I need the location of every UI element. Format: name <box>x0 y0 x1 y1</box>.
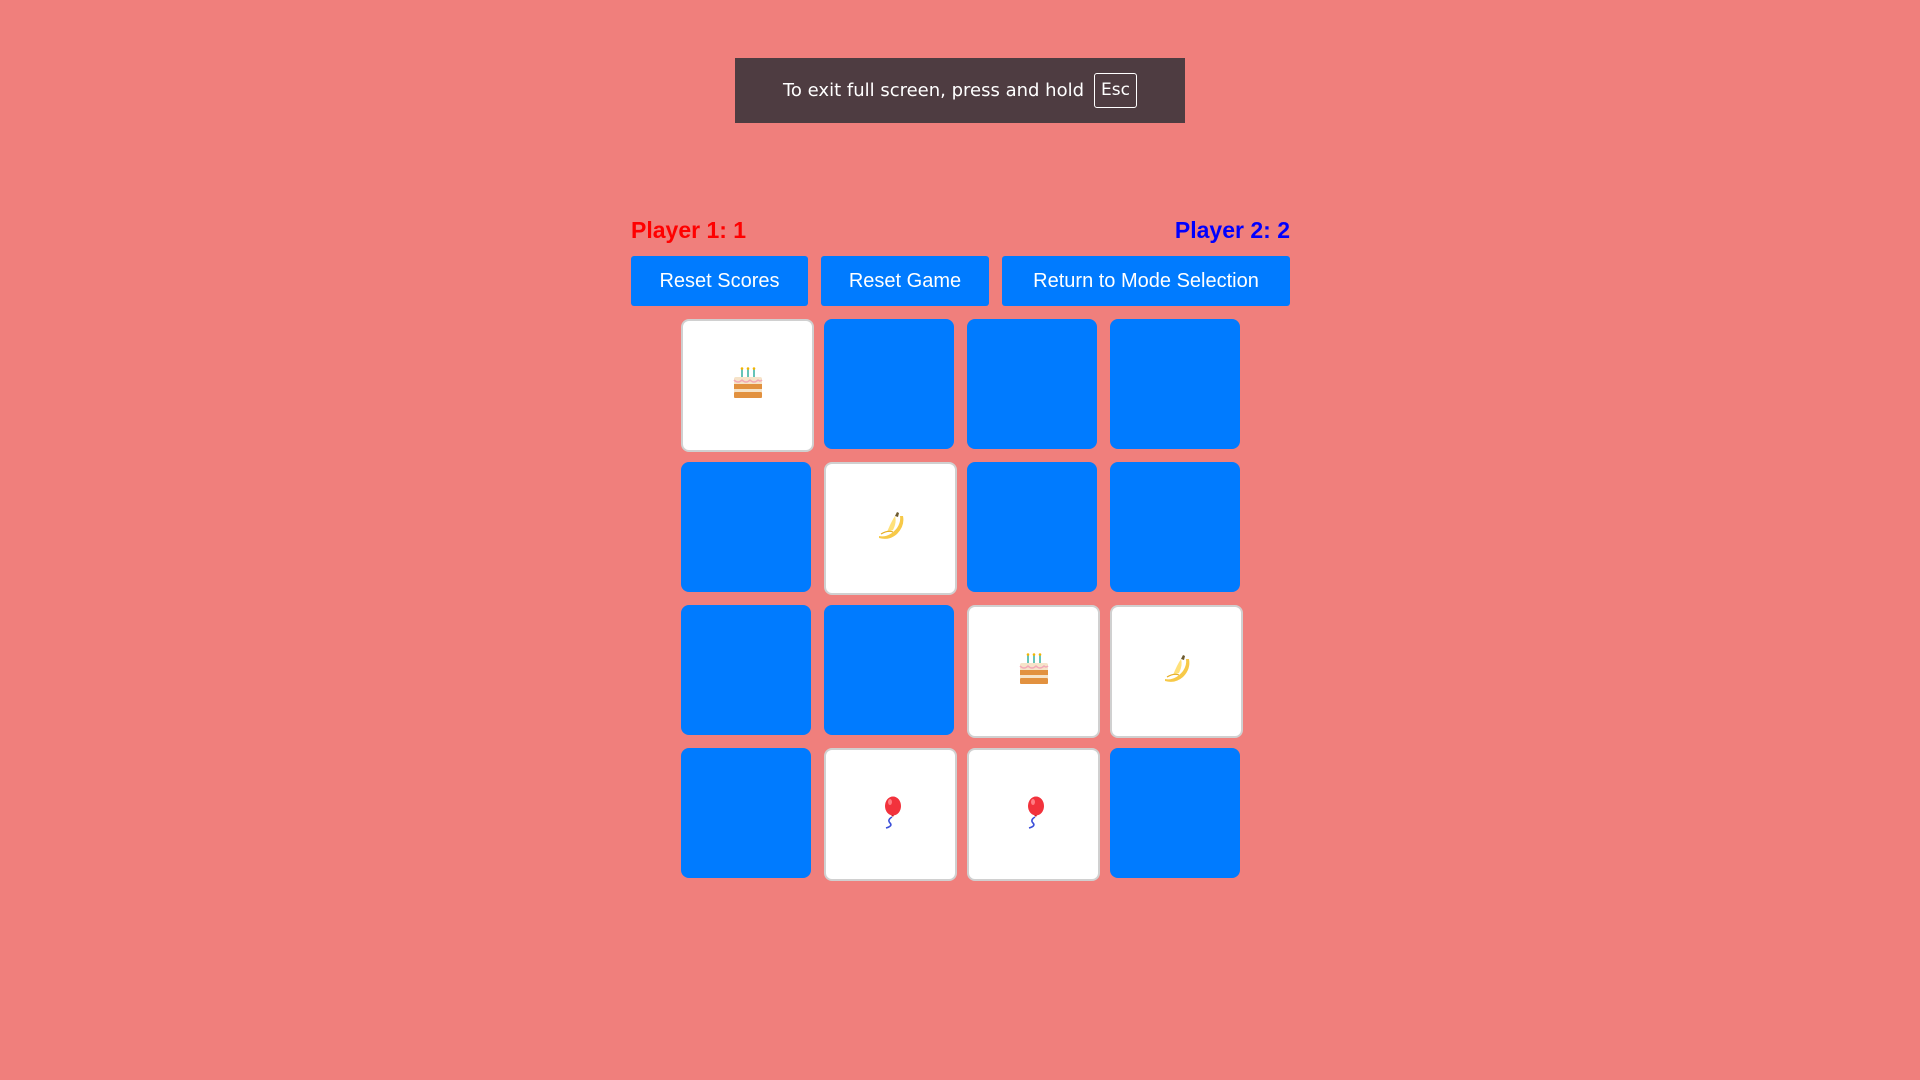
card-hidden[interactable] <box>824 319 954 449</box>
card-revealed[interactable] <box>967 748 1100 881</box>
balloon-icon <box>1016 794 1052 835</box>
control-buttons: Reset Scores Reset Game Return to Mode S… <box>631 256 1290 306</box>
card-revealed[interactable] <box>824 462 957 595</box>
fullscreen-notice: To exit full screen, press and hold Esc <box>735 58 1185 123</box>
player2-score: Player 2: 2 <box>1174 216 1290 243</box>
banana-icon <box>1159 651 1195 692</box>
memory-game: Player 1: 1 Player 2: 2 Reset Scores Res… <box>631 210 1290 881</box>
scoreboard: Player 1: 1 Player 2: 2 <box>631 210 1290 250</box>
card-hidden[interactable] <box>967 462 1097 592</box>
card-hidden[interactable] <box>681 605 811 735</box>
card-revealed[interactable] <box>681 319 814 452</box>
card-hidden[interactable] <box>1110 748 1240 878</box>
reset-scores-button[interactable]: Reset Scores <box>631 256 808 306</box>
player1-score: Player 1: 1 <box>631 216 747 243</box>
banana-icon <box>873 508 909 549</box>
esc-key-badge: Esc <box>1094 73 1137 108</box>
card-revealed[interactable] <box>1110 605 1243 738</box>
card-revealed[interactable] <box>824 748 957 881</box>
card-hidden[interactable] <box>967 319 1097 449</box>
cake-icon <box>1016 651 1052 692</box>
return-to-mode-selection-button[interactable]: Return to Mode Selection <box>1002 256 1290 306</box>
fullscreen-notice-text: To exit full screen, press and hold <box>783 80 1085 101</box>
balloon-icon <box>873 794 909 835</box>
card-hidden[interactable] <box>824 605 954 735</box>
card-hidden[interactable] <box>1110 319 1240 449</box>
cake-icon <box>730 365 766 406</box>
card-grid <box>681 319 1243 881</box>
card-hidden[interactable] <box>1110 462 1240 592</box>
reset-game-button[interactable]: Reset Game <box>821 256 989 306</box>
card-revealed[interactable] <box>967 605 1100 738</box>
card-hidden[interactable] <box>681 748 811 878</box>
card-hidden[interactable] <box>681 462 811 592</box>
